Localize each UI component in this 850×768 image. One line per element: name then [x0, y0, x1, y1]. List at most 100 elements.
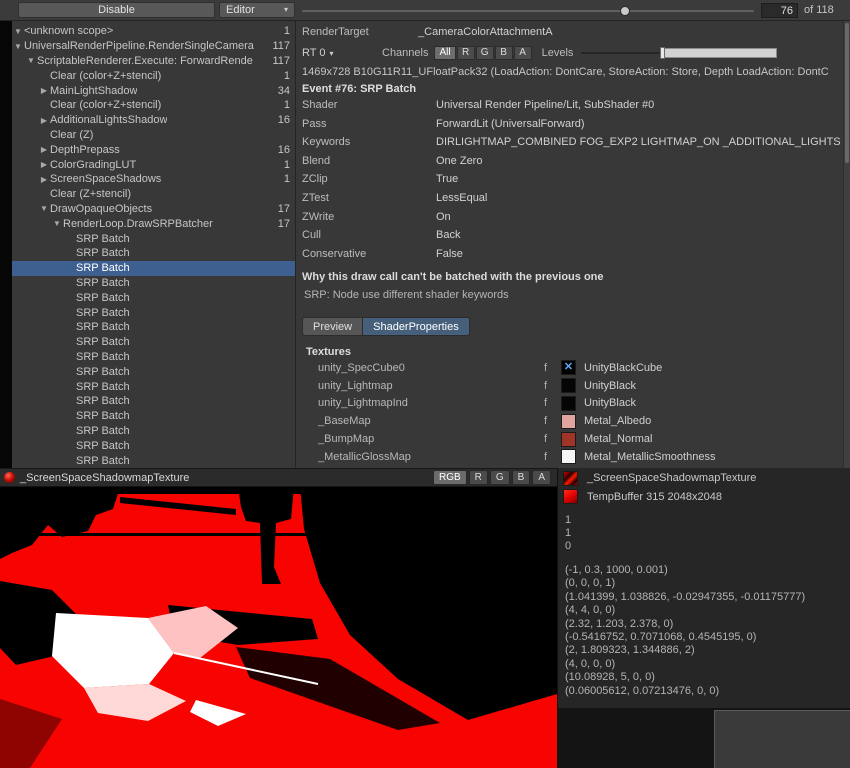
foldout-closed-icon[interactable]: ▶ [38, 145, 50, 154]
channel-button-b[interactable]: B [495, 46, 513, 60]
tree-row[interactable]: SRP Batch [12, 453, 295, 468]
tree-row[interactable]: ▶ColorGradingLUT1 [12, 157, 295, 172]
tree-row[interactable]: SRP Batch [12, 320, 295, 335]
vector-value: (4, 4, 0, 0) [565, 604, 805, 617]
channel-button-all[interactable]: All [434, 46, 455, 60]
texture-thumbnail-icon [561, 414, 576, 429]
foldout-open-icon[interactable]: ▼ [38, 204, 50, 213]
texture-row[interactable]: unity_LightmapIndfUnityBlack [296, 395, 842, 413]
property-value: ForwardLit (UniversalForward) [436, 118, 585, 130]
texture-row[interactable]: _MetallicGlossMapfMetal_MetallicSmoothne… [296, 448, 842, 466]
tree-row[interactable]: Clear (Z) [12, 128, 295, 143]
details-scrollbar[interactable] [843, 21, 850, 468]
preview-channel-b[interactable]: B [512, 470, 531, 485]
foldout-closed-icon[interactable]: ▶ [38, 116, 50, 125]
tree-row-label: SRP Batch [76, 410, 130, 422]
levels-slider[interactable] [581, 47, 777, 59]
shader-values-panel: _ScreenSpaceShadowmapTextureTempBuffer 3… [558, 468, 850, 708]
preview-channel-a[interactable]: A [532, 470, 551, 485]
texture-row[interactable]: _ScreenSpaceShadowmapTexture [563, 469, 756, 488]
scrollbar-thumb[interactable] [845, 23, 849, 163]
texture-row[interactable]: TempBuffer 315 2048x2048 [563, 488, 756, 507]
property-value: On [436, 211, 451, 223]
vector-value: (4, 0, 0, 0) [565, 658, 805, 671]
tree-row[interactable]: SRP Batch [12, 335, 295, 350]
texture-row[interactable]: unity_LightmapfUnityBlack [296, 377, 842, 395]
preview-title: _ScreenSpaceShadowmapTexture [20, 472, 189, 484]
tree-row[interactable]: ▼<unknown scope>1 [12, 24, 295, 39]
tab-preview[interactable]: Preview [302, 317, 363, 336]
tree-row[interactable]: SRP Batch [12, 276, 295, 291]
tree-row-label: SRP Batch [76, 277, 130, 289]
texture-name: _MetallicGlossMap [318, 451, 544, 463]
tree-row-label: SRP Batch [76, 233, 130, 245]
preview-channel-g[interactable]: G [490, 470, 510, 485]
tree-row[interactable]: SRP Batch [12, 261, 295, 276]
foldout-closed-icon[interactable]: ▶ [38, 175, 50, 184]
tree-row-label: MainLightShadow [50, 85, 137, 97]
channel-button-a[interactable]: A [514, 46, 532, 60]
tab-shaderproperties[interactable]: ShaderProperties [363, 317, 470, 336]
foldout-closed-icon[interactable]: ▶ [38, 160, 50, 169]
levels-slider-range[interactable] [664, 48, 778, 58]
preview-titlebar[interactable]: _ScreenSpaceShadowmapTexture RGBRGBA [0, 468, 557, 487]
textures-heading: Textures [306, 346, 351, 358]
event-title: Event #76: SRP Batch [302, 83, 416, 95]
tree-row[interactable]: SRP Batch [12, 394, 295, 409]
vector-value: (0.06005612, 0.07213476, 0, 0) [565, 685, 805, 698]
channel-buttons: AllRGBA [434, 46, 531, 60]
tree-row[interactable]: ▶AdditionalLightsShadow16 [12, 113, 295, 128]
disable-button[interactable]: Disable [18, 2, 215, 18]
channel-button-r[interactable]: R [457, 46, 475, 60]
texture-row[interactable]: _BaseMapfMetal_Albedo [296, 412, 842, 430]
tree-row[interactable]: SRP Batch [12, 438, 295, 453]
tree-row[interactable]: ▶MainLightShadow34 [12, 83, 295, 98]
tree-row[interactable]: SRP Batch [12, 424, 295, 439]
frame-slider[interactable] [302, 10, 754, 12]
tree-row[interactable]: SRP Batch [12, 290, 295, 305]
texture-value: UnityBlack [584, 397, 636, 409]
tree-row[interactable]: SRP Batch [12, 246, 295, 261]
property-value: DIRLIGHTMAP_COMBINED FOG_EXP2 LIGHTMAP_O… [436, 136, 846, 148]
tree-row[interactable]: ▼RenderLoop.DrawSRPBatcher17 [12, 216, 295, 231]
tree-row[interactable]: ▶DepthPrepass16 [12, 142, 295, 157]
frame-number-input[interactable]: 76 [761, 3, 798, 18]
property-row: ZTestLessEqual [302, 192, 846, 211]
tree-row[interactable]: SRP Batch [12, 379, 295, 394]
foldout-open-icon[interactable]: ▼ [12, 42, 24, 51]
tree-row[interactable]: SRP Batch [12, 350, 295, 365]
property-label: Pass [302, 118, 436, 130]
foldout-open-icon[interactable]: ▼ [51, 219, 63, 228]
tree-row[interactable]: SRP Batch [12, 409, 295, 424]
editor-target-dropdown[interactable]: Editor ▾ [219, 2, 295, 18]
tree-row[interactable]: ▼ScriptableRenderer.Execute: ForwardRend… [12, 54, 295, 69]
foldout-open-icon[interactable]: ▼ [25, 56, 37, 65]
rt-index-dropdown[interactable]: RT 0 ▾ [302, 47, 376, 59]
preview-channel-r[interactable]: R [469, 470, 488, 485]
foldout-open-icon[interactable]: ▼ [12, 27, 24, 36]
tree-row[interactable]: SRP Batch [12, 305, 295, 320]
tree-row-label: SRP Batch [76, 336, 130, 348]
texture-thumbnail-icon [563, 489, 578, 504]
shader-state-list: ShaderUniversal Render Pipeline/Lit, Sub… [302, 99, 846, 266]
tree-row[interactable]: SRP Batch [12, 231, 295, 246]
vector-value: (-0.5416752, 0.7071068, 0.4545195, 0) [565, 631, 805, 644]
levels-slider-thumb[interactable] [660, 47, 665, 59]
texture-row[interactable]: unity_SpecCube0fUnityBlackCube [296, 359, 842, 377]
tree-row[interactable]: Clear (Z+stencil) [12, 187, 295, 202]
channel-button-g[interactable]: G [476, 46, 494, 60]
tree-row[interactable]: ▶ScreenSpaceShadows1 [12, 172, 295, 187]
preview-channel-rgb[interactable]: RGB [433, 470, 467, 485]
tree-row[interactable]: ▼UniversalRenderPipeline.RenderSingleCam… [12, 39, 295, 54]
tree-row[interactable]: SRP Batch [12, 364, 295, 379]
tree-row[interactable]: Clear (color+Z+stencil)1 [12, 98, 295, 113]
property-row: ZClipTrue [302, 173, 846, 192]
tree-row[interactable]: ▼DrawOpaqueObjects17 [12, 202, 295, 217]
tree-row-count: 16 [278, 114, 295, 126]
foldout-closed-icon[interactable]: ▶ [38, 86, 50, 95]
texture-row[interactable]: _BumpMapfMetal_Normal [296, 430, 842, 448]
tree-row-count: 17 [278, 203, 295, 215]
frame-slider-thumb[interactable] [620, 6, 630, 16]
tree-row[interactable]: Clear (color+Z+stencil)1 [12, 68, 295, 83]
texture-name: _BaseMap [318, 415, 544, 427]
